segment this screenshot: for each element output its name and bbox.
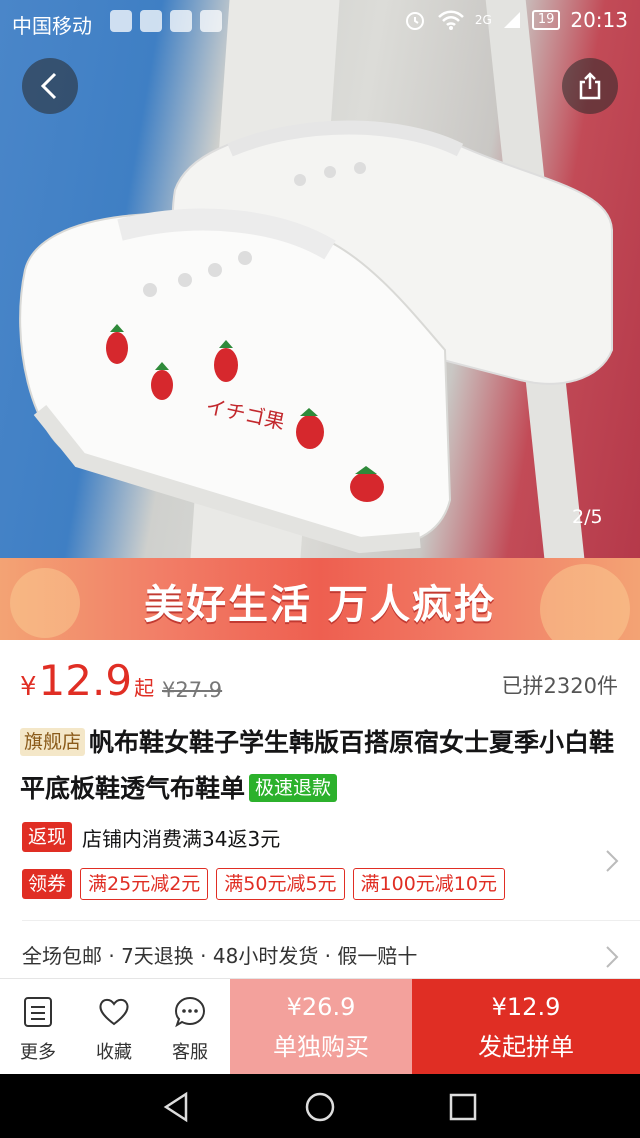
group-buy-price: ¥12.9 (491, 993, 561, 1021)
rebate-row[interactable]: 返现 店铺内消费满34返3元 (22, 822, 280, 852)
wifi-icon (437, 10, 464, 30)
start-group-buy-button[interactable]: ¥12.9 发起拼单 (412, 979, 640, 1075)
product-title: 旗舰店 帆布鞋女鞋子学生韩版百搭原宿女士夏季小白鞋平底板鞋透气布鞋单 极速退款 (20, 720, 620, 812)
system-navigation-bar (0, 1074, 640, 1138)
network-type: 2G (474, 13, 492, 27)
signal-icon (503, 12, 520, 28)
group-price: ¥ 12.9 起 (20, 656, 154, 705)
rebate-tag: 返现 (22, 822, 73, 852)
promo-banner[interactable]: 美好生活 万人疯抢 (0, 558, 640, 640)
status-bar: 中国移动 2G 19 20:13 (0, 0, 640, 44)
fast-refund-tag: 极速退款 (249, 774, 338, 802)
notification-icons (110, 10, 222, 32)
chevron-left-icon (40, 72, 57, 100)
carrier-name: 中国移动 (12, 14, 92, 38)
more-button[interactable]: 更多 (0, 979, 76, 1075)
chevron-right-icon[interactable] (604, 944, 620, 970)
banner-text: 美好生活 万人疯抢 (144, 582, 496, 628)
sold-count: 已拼2320件 (501, 674, 618, 698)
coupon-item[interactable]: 满50元减5元 (216, 868, 345, 900)
list-icon (24, 997, 52, 1027)
alarm-icon (405, 12, 424, 30)
product-image-gallery[interactable]: イチゴ果 中国移动 2G 19 20:13 2/5 (0, 0, 640, 558)
shoe-image: イチゴ果 (19, 120, 613, 554)
divider (22, 920, 640, 921)
service-guarantees[interactable]: 全场包邮 · 7天退换 · 48小时发货 · 假一赔十 (22, 940, 417, 969)
single-price: ¥26.9 (286, 993, 356, 1021)
chevron-right-icon[interactable] (604, 848, 620, 874)
qq-icon (110, 10, 132, 32)
favorite-label: 收藏 (96, 1042, 132, 1063)
customer-service-button[interactable]: 客服 (152, 979, 228, 1075)
coupon-row[interactable]: 领券 满25元减2元 满50元减5元 满100元减10元 (22, 868, 505, 900)
price-suffix: 起 (134, 676, 155, 700)
group-buy-label: 发起拼单 (478, 1033, 574, 1061)
original-price: ¥27.9 (162, 678, 223, 702)
nav-home-icon[interactable] (303, 1090, 337, 1124)
back-button[interactable] (22, 58, 78, 114)
share-icon (579, 72, 601, 100)
nav-back-icon[interactable] (160, 1090, 194, 1124)
coupon-item[interactable]: 满100元减10元 (352, 868, 505, 900)
price-row: ¥ 12.9 起 ¥27.9 已拼2320件 (0, 640, 640, 716)
photo-icon (170, 10, 192, 32)
currency-symbol: ¥ (20, 672, 37, 702)
bottom-action-bar: 更多 收藏 客服 ¥26.9 单独购买 ¥12.9 发起拼单 (0, 978, 640, 1075)
favorite-button[interactable]: 收藏 (76, 979, 152, 1075)
share-button[interactable] (562, 58, 618, 114)
image-counter: 2/5 (572, 506, 603, 528)
gallery-icon (140, 10, 162, 32)
flagship-tag: 旗舰店 (20, 728, 86, 756)
nav-recents-icon[interactable] (446, 1090, 480, 1124)
service-label: 客服 (172, 1042, 208, 1063)
app-icon (200, 10, 222, 32)
buy-alone-button[interactable]: ¥26.9 单独购买 (230, 979, 412, 1075)
battery-level: 19 (531, 10, 561, 30)
chat-icon (174, 996, 206, 1028)
rebate-text: 店铺内消费满34返3元 (82, 826, 281, 851)
coupon-tag: 领券 (22, 869, 73, 899)
more-label: 更多 (20, 1042, 56, 1063)
clock: 20:13 (570, 8, 628, 32)
heart-icon (99, 998, 129, 1026)
single-label: 单独购买 (273, 1033, 369, 1061)
price-value: 12.9 (38, 656, 133, 705)
coupon-item[interactable]: 满25元减2元 (80, 868, 209, 900)
